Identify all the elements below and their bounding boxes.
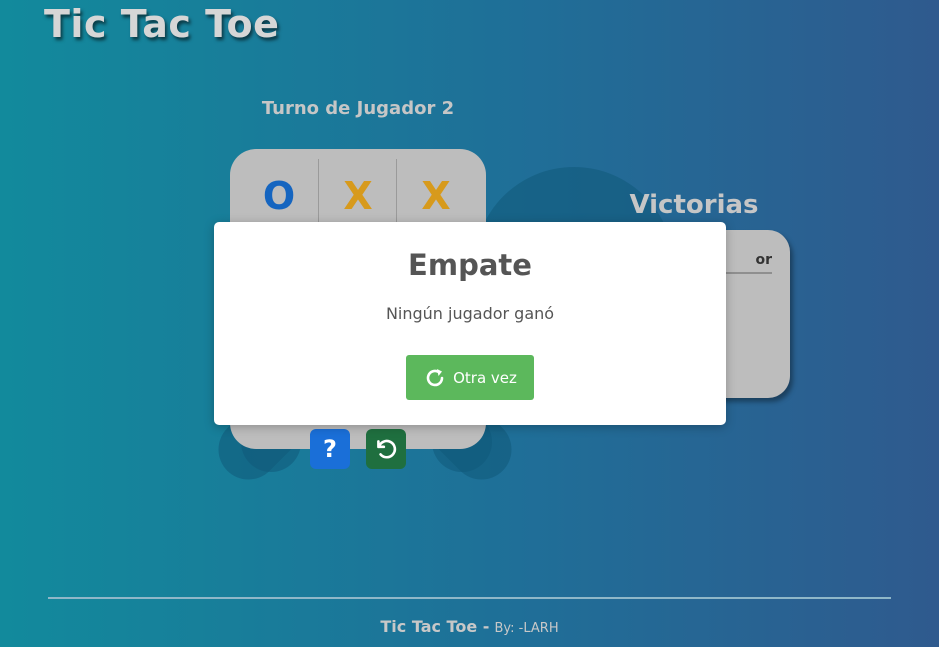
modal-title: Empate — [408, 248, 532, 282]
help-button[interactable]: ? — [310, 429, 350, 469]
footer-title: Tic Tac Toe - — [380, 617, 490, 636]
footer-divider — [48, 597, 891, 599]
reset-button[interactable] — [366, 429, 406, 469]
footer-byline: By: -LARH — [494, 621, 559, 636]
modal-message: Ningún jugador ganó — [385, 304, 555, 323]
app-title: Tic Tac Toe — [44, 2, 280, 46]
undo-icon — [377, 439, 397, 459]
cell-mark: O — [262, 174, 296, 218]
turn-indicator: Turno de Jugador 2 — [261, 98, 455, 119]
play-again-label: Otra vez — [453, 368, 517, 387]
refresh-icon — [426, 368, 444, 386]
cell-mark: X — [421, 174, 451, 218]
footer: Tic Tac Toe - By: -LARH — [0, 617, 939, 636]
help-label: ? — [323, 435, 337, 463]
cell-mark: X — [343, 174, 373, 218]
play-again-button[interactable]: Otra vez — [406, 355, 534, 400]
wins-title: Victorias — [629, 190, 759, 220]
result-modal: Empate Ningún jugador ganó Otra vez — [214, 222, 726, 425]
